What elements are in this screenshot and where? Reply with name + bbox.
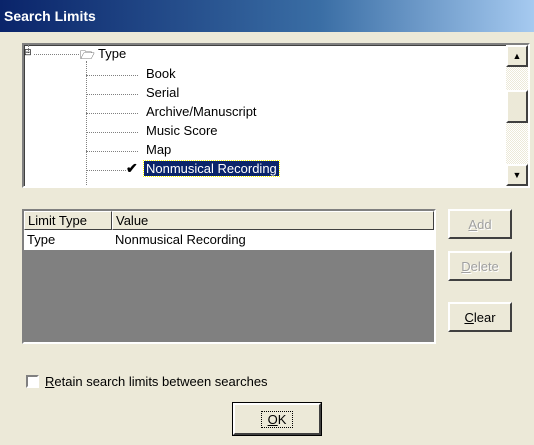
folder-open-icon: 🗁 (80, 48, 95, 62)
column-header-value[interactable]: Value (112, 211, 434, 230)
type-tree-view[interactable]: ⊟ 🗁 Type Book Serial Archive/Manuscript … (22, 43, 530, 188)
tree-connector (86, 75, 138, 76)
tree-connector (86, 170, 126, 171)
value-cell: Nonmusical Recording (115, 232, 246, 247)
table-row[interactable]: Type Nonmusical Recording (24, 230, 434, 250)
tree-scrollbar[interactable]: ▲ ▼ (506, 45, 528, 186)
tree-connector (86, 151, 138, 152)
tree-item-book[interactable]: Book (146, 66, 176, 81)
tree-item-nonmusical-recording[interactable]: Nonmusical Recording (143, 160, 280, 177)
scroll-down-button[interactable]: ▼ (506, 164, 528, 186)
arrow-down-icon: ▼ (512, 170, 522, 180)
tree-connector (86, 132, 138, 133)
column-header-limit-type[interactable]: Limit Type (24, 211, 112, 230)
tree-node-type[interactable]: Type (98, 46, 126, 61)
window-title: Search Limits (4, 8, 96, 24)
tree-connector (86, 94, 138, 95)
ok-button[interactable]: OK (232, 402, 322, 436)
arrow-up-icon: ▲ (512, 51, 522, 61)
limit-type-cell: Type (27, 232, 56, 247)
tree-connector (86, 61, 87, 186)
clear-button[interactable]: Clear (448, 302, 512, 332)
tree-item-serial[interactable]: Serial (146, 85, 179, 100)
retain-limits-label: Retain search limits between searches (45, 374, 268, 389)
tree-item-archive-manuscript[interactable]: Archive/Manuscript (146, 104, 257, 119)
title-bar: Search Limits (0, 0, 534, 32)
tree-item-music-score[interactable]: Music Score (146, 123, 218, 138)
retain-limits-checkbox[interactable] (26, 375, 39, 388)
tree-connector (34, 54, 79, 55)
scroll-up-button[interactable]: ▲ (506, 45, 528, 67)
checkmark-icon: ✔ (126, 160, 138, 176)
scroll-thumb[interactable] (506, 90, 528, 123)
retain-limits-option[interactable]: Retain search limits between searches (26, 374, 268, 389)
list-header: Limit Type Value (24, 211, 434, 230)
tree-connector (86, 113, 138, 114)
delete-button[interactable]: Delete (448, 251, 512, 281)
limits-list-view[interactable]: Limit Type Value Type Nonmusical Recordi… (22, 209, 436, 344)
add-button[interactable]: Add (448, 209, 512, 239)
tree-item-map[interactable]: Map (146, 142, 171, 157)
tree-expand-icon[interactable]: ⊟ (24, 47, 32, 58)
